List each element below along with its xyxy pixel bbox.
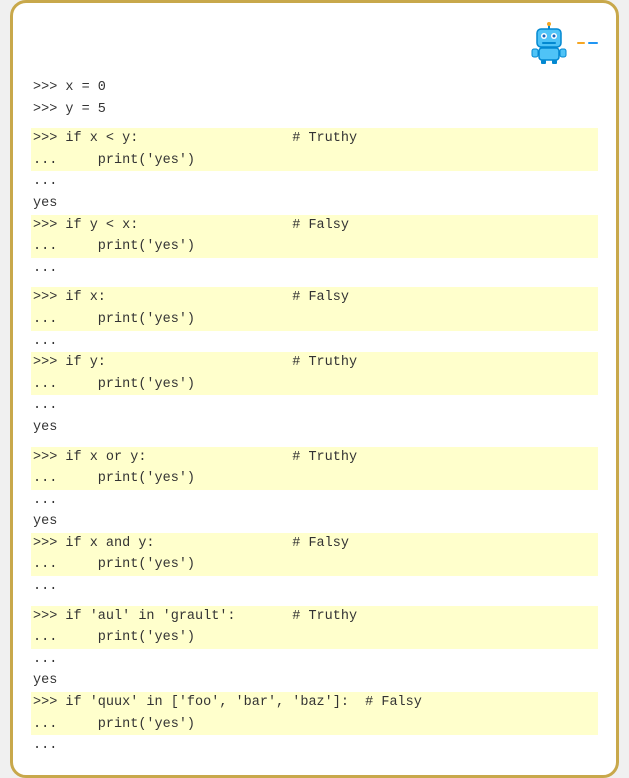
code-line: ... print('yes') xyxy=(31,236,598,258)
code-line: ... print('yes') xyxy=(31,554,598,576)
blank-line xyxy=(31,598,598,606)
code-line: >>> if x and y: # Falsy xyxy=(31,533,598,555)
code-line: ... print('yes') xyxy=(31,468,598,490)
code-line: ... print('yes') xyxy=(31,150,598,172)
logo-area xyxy=(527,21,598,65)
code-line: >>> if 'quux' in ['foo', 'bar', 'baz']: … xyxy=(31,692,598,714)
code-line: ... xyxy=(31,171,598,193)
code-line: >>> if x or y: # Truthy xyxy=(31,447,598,469)
code-line: ... print('yes') xyxy=(31,627,598,649)
code-line: >>> if y < x: # Falsy xyxy=(31,215,598,237)
code-line: yes xyxy=(31,511,598,533)
code-line: yes xyxy=(31,417,598,439)
the-label xyxy=(577,42,585,44)
code-line: >>> if x: # Falsy xyxy=(31,287,598,309)
code-line: >>> x = 0 xyxy=(31,77,598,99)
code-line: ... xyxy=(31,331,598,353)
code-line: >>> if x < y: # Truthy xyxy=(31,128,598,150)
code-line: >>> if y: # Truthy xyxy=(31,352,598,374)
code-line: ... xyxy=(31,395,598,417)
logo-name-row xyxy=(577,42,598,44)
code-line: ... xyxy=(31,490,598,512)
blank-line xyxy=(31,279,598,287)
header xyxy=(31,21,598,65)
code-line: ... xyxy=(31,735,598,757)
robot-icon xyxy=(527,21,571,65)
code-area: >>> x = 0>>> y = 5 >>> if x < y: # Truthy… xyxy=(31,77,598,757)
code-line: yes xyxy=(31,193,598,215)
code-line: >>> y = 5 xyxy=(31,99,598,121)
code-line: ... print('yes') xyxy=(31,374,598,396)
code-line: ... xyxy=(31,649,598,671)
code-line: ... xyxy=(31,576,598,598)
engineering-label xyxy=(588,42,598,44)
code-line: ... print('yes') xyxy=(31,714,598,736)
blank-line xyxy=(31,120,598,128)
logo-text xyxy=(577,42,598,45)
code-line: >>> if 'aul' in 'grault': # Truthy xyxy=(31,606,598,628)
main-card: >>> x = 0>>> y = 5 >>> if x < y: # Truthy… xyxy=(10,0,619,778)
code-line: yes xyxy=(31,670,598,692)
code-line: ... xyxy=(31,258,598,280)
blank-line xyxy=(31,439,598,447)
code-line: ... print('yes') xyxy=(31,309,598,331)
